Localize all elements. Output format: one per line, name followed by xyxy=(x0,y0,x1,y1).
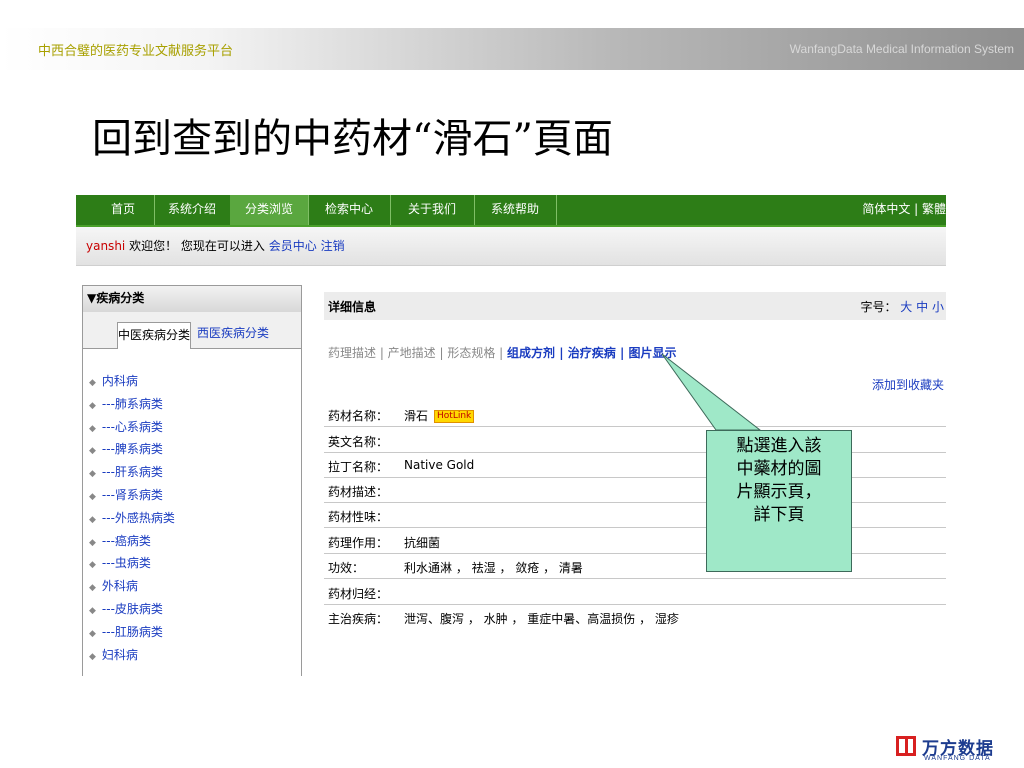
callout-line: 詳下頁 xyxy=(753,505,805,525)
callout-line: 中藥材的圖 xyxy=(736,459,822,479)
callout-line: 片顯示頁， xyxy=(736,482,822,502)
annotation-callout: 點選進入該 中藥材的圖 片顯示頁， 詳下頁 xyxy=(706,430,852,572)
callout-pointer xyxy=(661,353,762,431)
logo-en-text: WANFANG DATA xyxy=(924,755,991,762)
logo-mark-icon xyxy=(896,736,916,756)
wanfang-logo: 万方数据 WANFANG DATA xyxy=(896,736,1020,764)
callout-line: 點選進入該 xyxy=(736,436,822,456)
